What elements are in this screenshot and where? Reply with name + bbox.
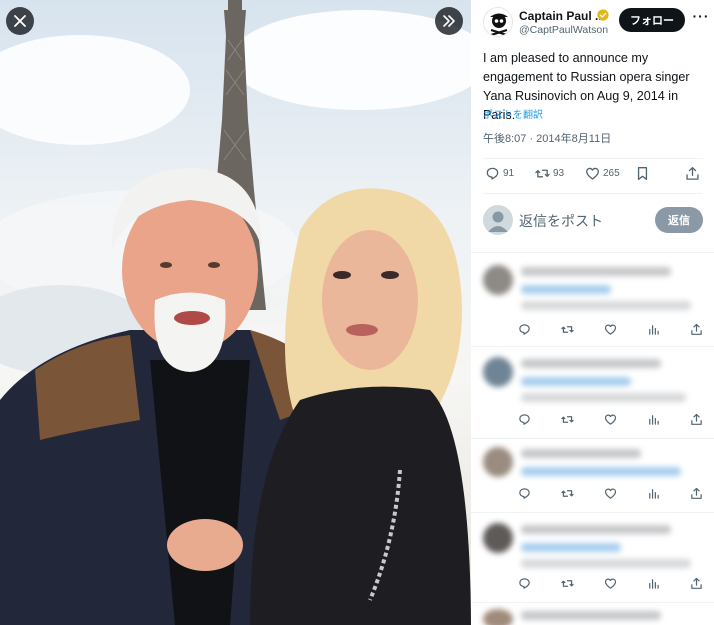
heart-icon — [586, 167, 599, 180]
verified-badge-icon — [597, 9, 609, 21]
close-button[interactable] — [6, 7, 34, 35]
bar-chart-icon — [649, 415, 659, 425]
follow-button[interactable]: フォロー — [619, 8, 685, 32]
share-icon — [691, 577, 702, 589]
repost-action[interactable] — [561, 413, 575, 427]
comment-icon — [486, 167, 499, 180]
repost-action[interactable]: 93 — [535, 166, 564, 181]
share-icon — [686, 167, 699, 180]
repost-action[interactable] — [561, 487, 575, 501]
reply-actions-bar — [518, 323, 708, 337]
heart-action[interactable] — [604, 323, 618, 337]
bar-chart-action[interactable] — [647, 577, 661, 591]
repost-action[interactable] — [561, 577, 575, 591]
reply-item[interactable] — [471, 346, 714, 438]
share-icon — [691, 323, 702, 335]
post-photo — [0, 0, 471, 625]
repost-icon — [535, 169, 550, 178]
translate-post-link[interactable]: ポストを翻訳 — [483, 106, 543, 121]
share-action[interactable] — [690, 323, 704, 337]
share-action[interactable] — [685, 166, 700, 181]
post-timestamp[interactable]: 午後8:07 · 2014年8月11日 — [483, 130, 611, 146]
bookmark-action[interactable] — [635, 166, 650, 181]
share-action[interactable] — [690, 487, 704, 501]
heart-action[interactable] — [604, 487, 618, 501]
post-detail-panel: Captain Paul ... @CaptPaulWatson フォロー ··… — [471, 0, 714, 625]
repost-icon — [561, 490, 574, 497]
comment-action[interactable] — [518, 577, 532, 591]
reply-composer: 返信をポスト 返信 — [483, 203, 703, 237]
share-icon — [691, 487, 702, 499]
bookmark-icon — [637, 167, 648, 180]
repost-icon — [561, 580, 574, 587]
author-header: Captain Paul ... @CaptPaulWatson フォロー ··… — [483, 6, 711, 38]
author-name[interactable]: Captain Paul ... — [519, 9, 605, 23]
reply-item[interactable] — [471, 252, 714, 346]
author-handle[interactable]: @CaptPaulWatson — [519, 24, 608, 36]
more-options-button[interactable]: ··· — [692, 9, 710, 28]
chevron-double-right-icon — [443, 15, 455, 27]
author-avatar[interactable] — [483, 7, 513, 37]
bar-chart-icon — [649, 579, 659, 589]
like-count: 265 — [603, 168, 620, 179]
reply-actions-bar — [518, 577, 708, 591]
comment-action[interactable] — [518, 323, 532, 337]
reply-actions-bar — [518, 487, 708, 501]
jolly-roger-logo — [490, 13, 508, 36]
repost-icon — [561, 416, 574, 423]
reply-input[interactable]: 返信をポスト — [519, 211, 603, 231]
heart-action[interactable] — [604, 413, 618, 427]
share-action[interactable] — [690, 577, 704, 591]
reply-actions-bar — [518, 413, 708, 427]
heart-icon — [604, 488, 617, 499]
close-icon — [14, 15, 26, 27]
reply-item[interactable] — [471, 438, 714, 512]
share-icon — [691, 413, 702, 425]
reply-submit-button[interactable]: 返信 — [655, 207, 703, 233]
repost-action[interactable] — [561, 323, 575, 337]
post-actions-bar: 91 93 265 — [483, 166, 703, 186]
repost-icon — [561, 326, 574, 333]
default-avatar-icon — [488, 211, 508, 232]
reply-item[interactable] — [471, 602, 714, 625]
comment-icon — [519, 414, 530, 425]
bar-chart-icon — [649, 489, 659, 499]
comment-action[interactable] — [518, 413, 532, 427]
heart-action[interactable] — [604, 577, 618, 591]
like-action[interactable]: 265 — [585, 166, 620, 181]
reply-item[interactable] — [471, 512, 714, 602]
bar-chart-action[interactable] — [647, 323, 661, 337]
heart-icon — [604, 324, 617, 335]
expand-panel-button[interactable] — [435, 7, 463, 35]
reply-action[interactable]: 91 — [485, 166, 514, 181]
share-action[interactable] — [690, 413, 704, 427]
comment-icon — [519, 324, 530, 335]
repost-count: 93 — [553, 168, 565, 179]
bar-chart-action[interactable] — [647, 413, 661, 427]
reply-count: 91 — [503, 168, 515, 179]
comment-action[interactable] — [518, 487, 532, 501]
divider — [483, 158, 702, 159]
bar-chart-action[interactable] — [647, 487, 661, 501]
comment-icon — [519, 488, 530, 499]
comment-icon — [519, 578, 530, 589]
heart-icon — [604, 414, 617, 425]
media-viewer — [0, 0, 471, 625]
heart-icon — [604, 578, 617, 589]
divider — [483, 193, 702, 194]
current-user-avatar — [483, 205, 513, 235]
bar-chart-icon — [649, 325, 659, 335]
